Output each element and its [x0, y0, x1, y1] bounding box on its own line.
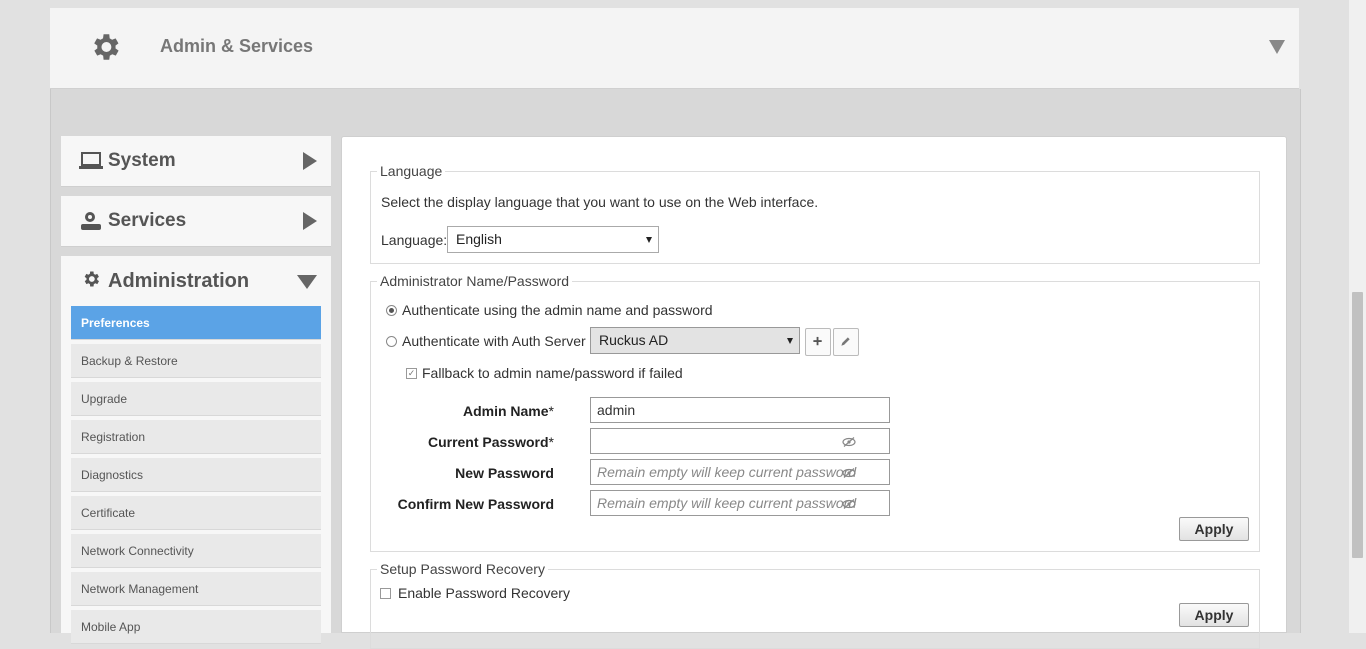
auth-server-select[interactable]: Ruckus AD [590, 327, 800, 354]
pencil-icon [841, 337, 850, 346]
language-description: Select the display language that you wan… [381, 194, 819, 210]
gear-icon [84, 271, 99, 287]
nav-section-services[interactable]: Services [61, 196, 331, 247]
nav-item-network-management[interactable]: Network Management [71, 572, 321, 606]
nav-item-certificate[interactable]: Certificate [71, 496, 321, 530]
auth-server-label: Authenticate with Auth Server [402, 333, 586, 349]
fallback-checkbox[interactable]: ✓ [406, 368, 417, 379]
scrollbar-thumb[interactable] [1352, 292, 1363, 558]
dropdown-arrow-icon [646, 236, 652, 243]
expand-arrow-icon [303, 212, 317, 230]
new-password-label: New Password [455, 465, 554, 481]
auth-local-label: Authenticate using the admin name and pa… [402, 302, 713, 318]
enable-recovery-checkbox[interactable] [380, 588, 391, 599]
eye-slash-icon[interactable] [842, 468, 856, 478]
nav-section-label: Services [108, 210, 187, 231]
current-password-label-text: Current Password [427, 434, 549, 450]
nav-item-upgrade[interactable]: Upgrade [71, 382, 321, 416]
eye-slash-icon[interactable] [842, 437, 856, 447]
nav-section-system[interactable]: System [61, 136, 331, 187]
required-mark: * [548, 434, 554, 450]
required-mark: * [548, 403, 554, 419]
services-icon [81, 212, 101, 230]
page-header[interactable]: Admin & Services [50, 8, 1299, 89]
edit-auth-server-button[interactable] [833, 328, 859, 356]
auth-server-radio[interactable] [386, 336, 397, 347]
admin-legend: Administrator Name/Password [377, 273, 573, 289]
page-scrollbar[interactable] [1349, 0, 1366, 633]
dropdown-arrow-icon [787, 337, 793, 344]
page-title: Admin & Services [160, 36, 314, 56]
admin-name-label: Admin Name* [354, 403, 554, 419]
admin-name-input[interactable] [590, 397, 890, 423]
gear-icon [94, 34, 119, 60]
expand-arrow-icon [303, 152, 317, 170]
recovery-legend: Setup Password Recovery [377, 561, 548, 577]
nav-item-backup-restore[interactable]: Backup & Restore [71, 344, 321, 378]
admin-name-label-text: Admin Name [462, 403, 549, 419]
preferences-panel: Language Select the display language tha… [341, 136, 1287, 649]
recovery-fieldset: Setup Password Recovery Enable Password … [370, 561, 1260, 649]
language-legend: Language [377, 163, 446, 179]
nav-section-label: Administration [108, 270, 250, 292]
language-fieldset: Language Select the display language tha… [370, 163, 1260, 264]
add-auth-server-button[interactable] [805, 328, 831, 356]
nav-item-diagnostics[interactable]: Diagnostics [71, 458, 321, 492]
current-password-label: Current Password* [354, 434, 554, 450]
recovery-apply-button[interactable]: Apply [1179, 603, 1249, 627]
nav-item-registration[interactable]: Registration [71, 420, 321, 454]
nav-item-mobile-app[interactable]: Mobile App [71, 610, 321, 644]
laptop-icon [79, 152, 103, 169]
admin-fieldset: Administrator Name/Password Authenticate… [370, 273, 1260, 552]
collapse-caret-icon[interactable] [1269, 40, 1285, 54]
collapse-arrow-icon [297, 275, 317, 289]
plus-icon [813, 336, 822, 346]
fallback-label: Fallback to admin name/password if faile… [422, 365, 683, 381]
enable-recovery-label: Enable Password Recovery [398, 585, 570, 601]
language-select[interactable]: English [447, 226, 659, 253]
nav-item-network-connectivity[interactable]: Network Connectivity [71, 534, 321, 568]
admin-apply-button[interactable]: Apply [1179, 517, 1249, 541]
language-select-value: English [456, 231, 502, 247]
eye-slash-icon[interactable] [842, 499, 856, 509]
auth-local-radio[interactable] [386, 305, 397, 316]
nav-section-label: System [108, 150, 176, 171]
language-label: Language: [381, 232, 448, 248]
auth-server-select-value: Ruckus AD [599, 332, 669, 348]
nav-item-preferences[interactable]: Preferences [71, 306, 321, 340]
confirm-password-label: Confirm New Password [397, 496, 554, 512]
